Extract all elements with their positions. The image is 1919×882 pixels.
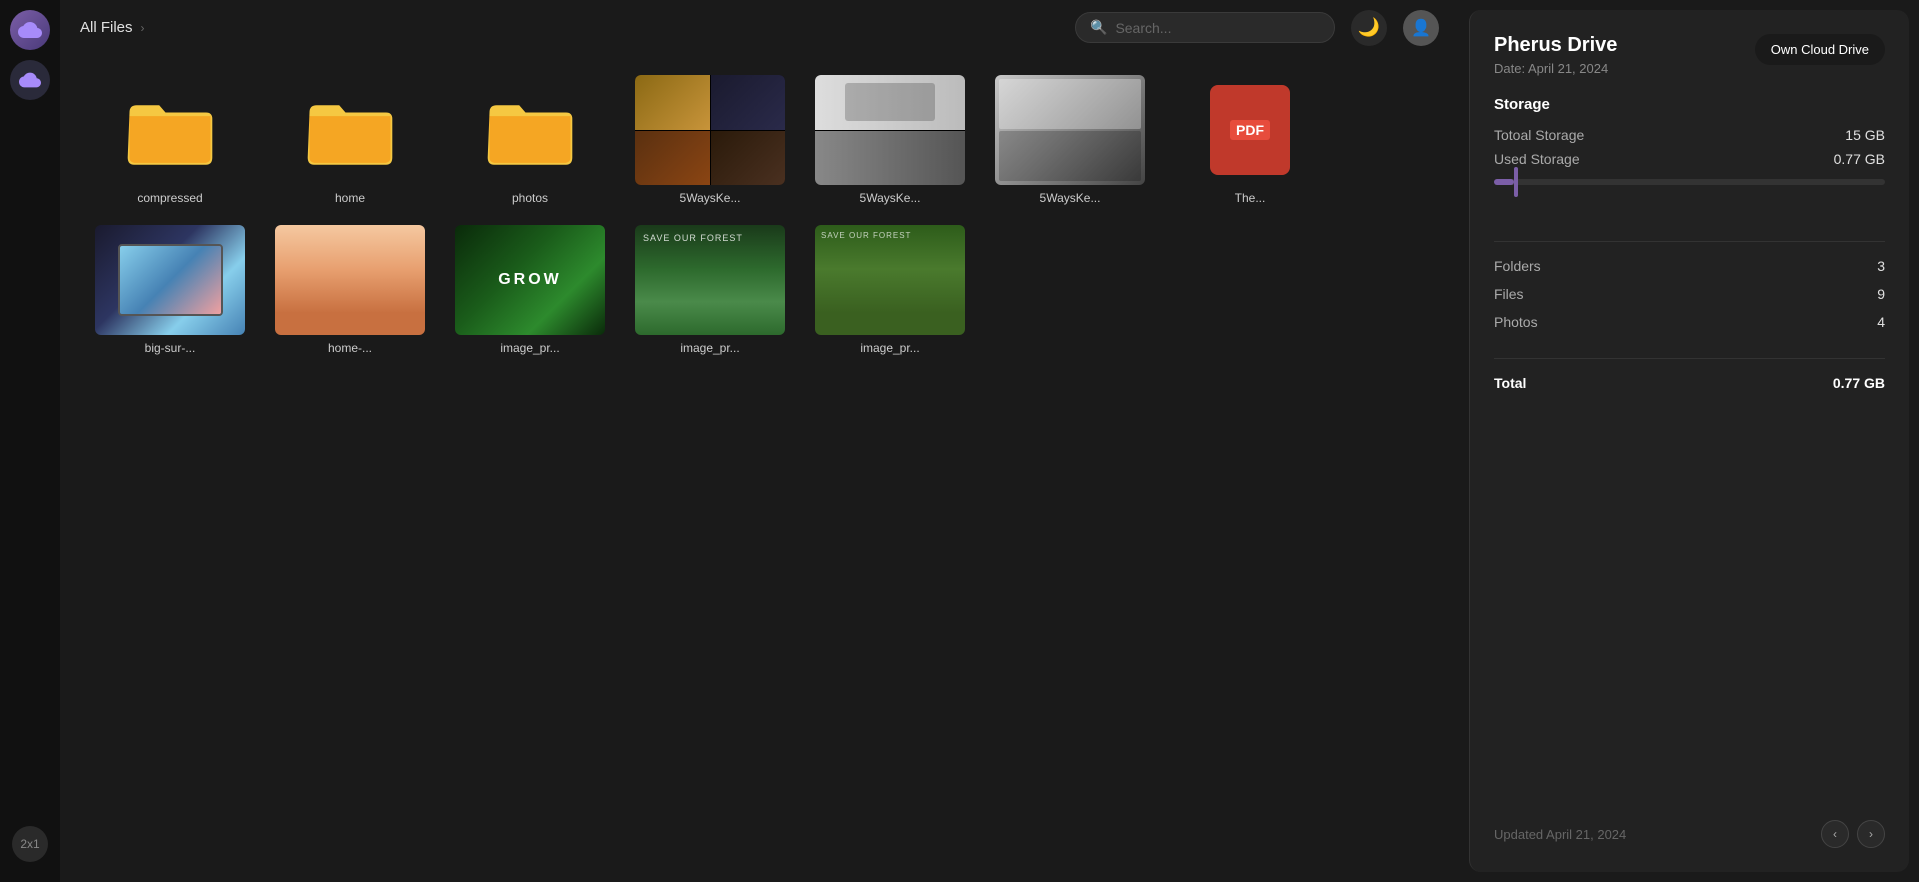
zoom-text: 2x1 [20, 837, 39, 851]
file-thumb-imagepr2: SAVE OUR FOREST [635, 225, 785, 335]
file-label-imagepr1: image_pr... [500, 341, 559, 355]
files-row: Files 9 [1494, 286, 1885, 302]
used-storage-row: Used Storage 0.77 GB [1494, 151, 1885, 167]
total-storage-label: Totoal Storage [1494, 127, 1584, 143]
updated-label: Updated April 21, 2024 [1494, 827, 1626, 842]
folders-label: Folders [1494, 258, 1541, 274]
file-label-bigsur: big-sur-... [145, 341, 196, 355]
pdf-badge: PDF [1230, 120, 1270, 140]
panel-title: Pherus Drive [1494, 34, 1617, 57]
file-label-5ways3: 5WaysKe... [1040, 191, 1101, 205]
folder-thumb-photos [455, 75, 605, 185]
sidebar-cloud-icon[interactable] [10, 60, 50, 100]
total-value: 0.77 GB [1833, 375, 1885, 391]
total-storage-value: 15 GB [1845, 127, 1885, 143]
file-label-5ways1: 5WaysKe... [680, 191, 741, 205]
file-thumb-bigsur [95, 225, 245, 335]
file-thumb-imagepr3: SAVE OUR FOREST [815, 225, 965, 335]
panel-footer: Updated April 21, 2024 ‹ › [1494, 820, 1885, 848]
storage-section: Storage Totoal Storage 15 GB Used Storag… [1494, 96, 1885, 205]
list-item[interactable]: GROW image_pr... [450, 225, 610, 355]
nav-arrows: ‹ › [1821, 820, 1885, 848]
list-item[interactable]: 5WaysKe... [630, 75, 790, 205]
photos-row: Photos 4 [1494, 314, 1885, 330]
sidebar: 2x1 [0, 0, 60, 882]
theme-toggle-button[interactable]: 🌙 [1351, 10, 1387, 46]
search-bar: 🔍 [1075, 12, 1335, 43]
storage-indicator [1514, 167, 1518, 197]
sidebar-logo[interactable] [10, 10, 50, 50]
file-thumb-homeimg [275, 225, 425, 335]
file-label-imagepr2: image_pr... [680, 341, 739, 355]
file-label-imagepr3: image_pr... [860, 341, 919, 355]
grow-text: GROW [498, 271, 562, 289]
storage-bar [1494, 179, 1885, 185]
panel-header: Pherus Drive Date: April 21, 2024 Own Cl… [1494, 34, 1885, 76]
forest-text: SAVE OUR FOREST [643, 233, 743, 243]
storage-title: Storage [1494, 96, 1885, 113]
divider [1494, 241, 1885, 242]
panel-date: Date: April 21, 2024 [1494, 61, 1617, 76]
list-item[interactable]: PDF The... [1170, 75, 1330, 205]
file-thumb-pdf: PDF [1175, 75, 1325, 185]
file-grid: compressed home [90, 75, 1429, 355]
list-item[interactable]: home-... [270, 225, 430, 355]
folders-row: Folders 3 [1494, 258, 1885, 274]
file-label-photos: photos [512, 191, 548, 205]
breadcrumb-arrow: › [141, 21, 145, 35]
user-avatar[interactable]: 👤 [1403, 10, 1439, 46]
file-thumb-5ways2 [815, 75, 965, 185]
zoom-label-btn: 2x1 [12, 826, 48, 862]
folders-value: 3 [1877, 258, 1885, 274]
used-storage-value: 0.77 GB [1834, 151, 1885, 167]
list-item[interactable]: home [270, 75, 430, 205]
avatar-image: 👤 [1411, 18, 1431, 38]
list-item[interactable]: big-sur-... [90, 225, 250, 355]
total-storage-row: Totoal Storage 15 GB [1494, 127, 1885, 143]
file-thumb-5ways1 [635, 75, 785, 185]
total-row: Total 0.77 GB [1494, 375, 1885, 391]
files-value: 9 [1877, 286, 1885, 302]
file-label-homeimg: home-... [328, 341, 372, 355]
file-label-compressed: compressed [137, 191, 202, 205]
list-item[interactable]: 5WaysKe... [990, 75, 1150, 205]
used-storage-label: Used Storage [1494, 151, 1580, 167]
prev-arrow[interactable]: ‹ [1821, 820, 1849, 848]
photos-value: 4 [1877, 314, 1885, 330]
divider2 [1494, 358, 1885, 359]
list-item[interactable]: SAVE OUR FOREST image_pr... [810, 225, 970, 355]
main-content: All Files › 🔍 🌙 👤 comp [60, 0, 1459, 882]
topbar: All Files › 🔍 🌙 👤 [60, 0, 1459, 55]
file-label-5ways2: 5WaysKe... [860, 191, 921, 205]
list-item[interactable]: photos [450, 75, 610, 205]
file-label-home: home [335, 191, 365, 205]
search-input[interactable] [1115, 20, 1320, 36]
next-arrow[interactable]: › [1857, 820, 1885, 848]
search-icon: 🔍 [1090, 19, 1107, 36]
folder-thumb-home [275, 75, 425, 185]
list-item[interactable]: 5WaysKe... [810, 75, 970, 205]
files-label: Files [1494, 286, 1524, 302]
file-label-pdf: The... [1235, 191, 1266, 205]
photos-label: Photos [1494, 314, 1538, 330]
sidebar-bottom: 2x1 [12, 826, 48, 872]
storage-bar-fill [1494, 179, 1514, 185]
own-cloud-button[interactable]: Own Cloud Drive [1755, 34, 1885, 65]
right-panel: Pherus Drive Date: April 21, 2024 Own Cl… [1469, 10, 1909, 872]
breadcrumb: All Files › [80, 19, 145, 36]
total-label: Total [1494, 375, 1526, 391]
file-thumb-imagepr1: GROW [455, 225, 605, 335]
file-grid-area: compressed home [60, 55, 1459, 882]
folder-thumb-compressed [95, 75, 245, 185]
file-thumb-5ways3 [995, 75, 1145, 185]
moon-icon: 🌙 [1358, 17, 1380, 38]
breadcrumb-all-files[interactable]: All Files [80, 19, 133, 36]
list-item[interactable]: compressed [90, 75, 250, 205]
list-item[interactable]: SAVE OUR FOREST image_pr... [630, 225, 790, 355]
